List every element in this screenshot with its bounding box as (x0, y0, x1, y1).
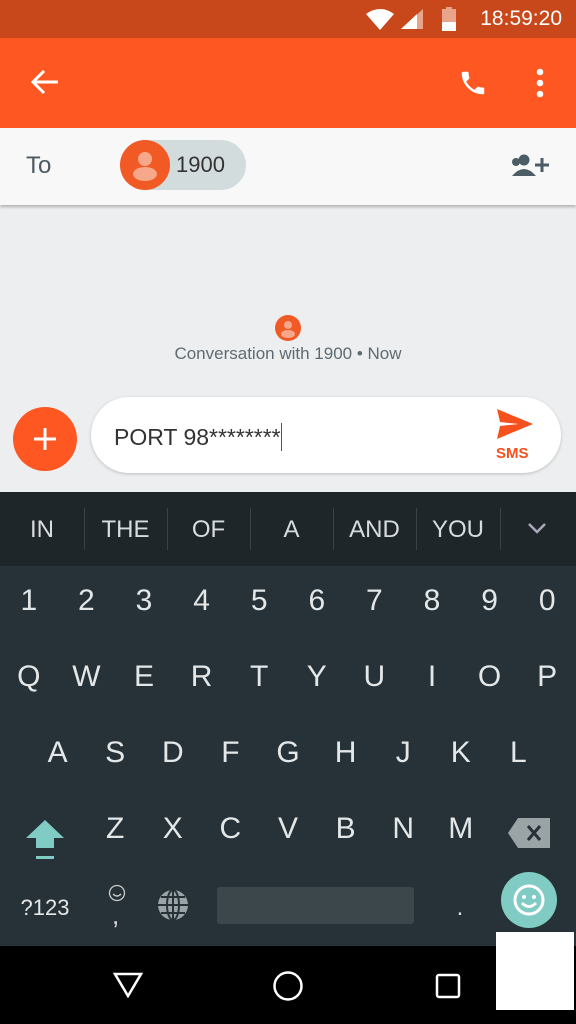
battery-icon (442, 7, 456, 31)
app-bar (0, 38, 576, 128)
key-4[interactable]: 4 (173, 563, 231, 639)
send-sms-label[interactable]: SMS (496, 445, 529, 462)
avatar (120, 140, 170, 190)
emoji-key[interactable] (501, 872, 557, 928)
suggestion-you[interactable]: YOU (416, 492, 500, 566)
suggestion-in[interactable]: IN (0, 492, 84, 566)
plus-icon (34, 428, 56, 450)
back-arrow-icon[interactable] (30, 68, 60, 96)
recipient-chip[interactable]: 1900 (120, 140, 246, 190)
phone-icon[interactable] (457, 68, 489, 98)
chip-number: 1900 (176, 152, 225, 177)
divider (84, 508, 85, 550)
key-o[interactable]: O (461, 639, 519, 715)
add-person-icon[interactable] (510, 154, 552, 178)
attach-button[interactable] (13, 407, 77, 471)
suggestion-a[interactable]: A (250, 492, 333, 566)
key-0[interactable]: 0 (518, 563, 576, 639)
divider (333, 508, 334, 550)
key-v[interactable]: V (259, 791, 317, 867)
divider (500, 508, 501, 550)
period-key[interactable]: . (440, 870, 480, 946)
divider (167, 508, 168, 550)
key-j[interactable]: J (374, 715, 432, 791)
key-i[interactable]: I (403, 639, 461, 715)
expand-suggestions-icon[interactable] (527, 522, 547, 536)
key-s[interactable]: S (86, 715, 144, 791)
navigation-bar (0, 946, 576, 1024)
suggestion-and[interactable]: AND (333, 492, 416, 566)
key-5[interactable]: 5 (230, 563, 288, 639)
to-label: To (26, 152, 52, 179)
message-text: PORT 98******** (114, 424, 281, 450)
more-vert-icon[interactable] (534, 68, 546, 98)
key-8[interactable]: 8 (403, 563, 461, 639)
keyboard: 1 2 3 4 5 6 7 8 9 0 Q W E R T Y U I O P A S D F G H J K L Z X C V B N M ?123… (0, 566, 576, 946)
key-x[interactable]: X (144, 791, 202, 867)
recipient-row: To (0, 128, 576, 205)
signal-icon (401, 9, 423, 29)
message-input[interactable]: PORT 98******** SMS (91, 397, 561, 473)
status-bar: 18:59:20 (0, 0, 576, 38)
key-6[interactable]: 6 (288, 563, 346, 639)
suggestion-of[interactable]: OF (167, 492, 250, 566)
key-d[interactable]: D (144, 715, 202, 791)
contact-avatar-icon (275, 315, 301, 341)
key-u[interactable]: U (346, 639, 404, 715)
key-b[interactable]: B (317, 791, 375, 867)
key-e[interactable]: E (115, 639, 173, 715)
shift-key[interactable] (24, 818, 66, 862)
backspace-key[interactable] (508, 818, 550, 848)
globe-key[interactable] (156, 888, 190, 922)
key-g[interactable]: G (259, 715, 317, 791)
key-1[interactable]: 1 (0, 563, 58, 639)
divider (416, 508, 417, 550)
text-caret (280, 423, 282, 451)
emoji-icon (513, 884, 545, 916)
key-k[interactable]: K (432, 715, 490, 791)
space-key[interactable] (217, 887, 414, 924)
key-z[interactable]: Z (86, 791, 144, 867)
key-3[interactable]: 3 (115, 563, 173, 639)
key-l[interactable]: L (490, 715, 548, 791)
key-m[interactable]: M (432, 791, 490, 867)
person-icon (133, 152, 157, 181)
key-7[interactable]: 7 (346, 563, 404, 639)
key-9[interactable]: 9 (461, 563, 519, 639)
conversation-info: Conversation with 1900 • Now (174, 344, 402, 363)
nav-back-icon[interactable] (113, 972, 143, 998)
key-r[interactable]: R (173, 639, 231, 715)
key-q[interactable]: Q (0, 639, 58, 715)
suggestion-the[interactable]: THE (84, 492, 167, 566)
clock: 18:59:20 (480, 7, 562, 30)
comma-key[interactable]: , (96, 870, 140, 946)
send-icon[interactable] (497, 409, 533, 439)
key-c[interactable]: C (202, 791, 260, 867)
divider (250, 508, 251, 550)
key-y[interactable]: Y (288, 639, 346, 715)
key-w[interactable]: W (58, 639, 116, 715)
nav-recents-icon[interactable] (435, 973, 461, 999)
key-a[interactable]: A (29, 715, 87, 791)
overlay-box (496, 932, 574, 1010)
symbols-key[interactable]: ?123 (0, 870, 90, 946)
key-n[interactable]: N (374, 791, 432, 867)
key-2[interactable]: 2 (58, 563, 116, 639)
nav-home-icon[interactable] (272, 970, 304, 1002)
key-t[interactable]: T (230, 639, 288, 715)
key-p[interactable]: P (518, 639, 576, 715)
wifi-icon (366, 9, 394, 30)
suggestion-strip: IN THE OF A AND YOU (0, 492, 576, 566)
key-f[interactable]: F (202, 715, 260, 791)
key-h[interactable]: H (317, 715, 375, 791)
